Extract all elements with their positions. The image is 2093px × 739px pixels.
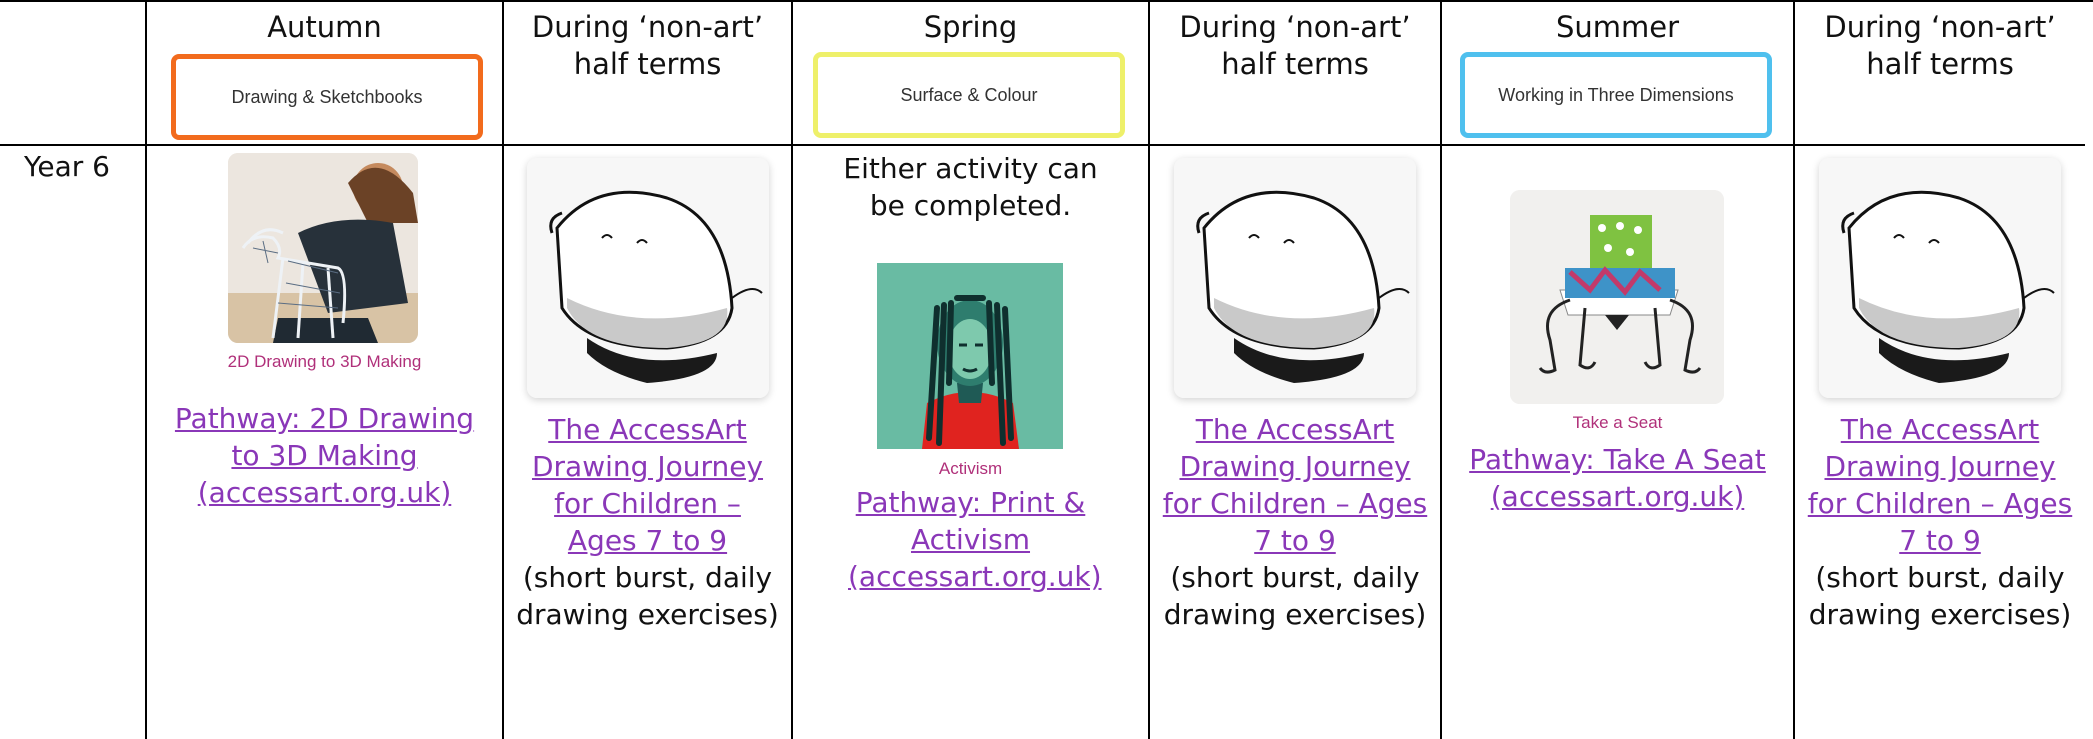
cell-non-art-2: The AccessArt Drawing Journey for Childr… — [1150, 146, 1440, 739]
column-title: During ‘non-art’ half terms — [1824, 10, 2056, 81]
row-label-cell: Year 6 — [0, 146, 145, 206]
activity-note: (short burst, daily drawing exercises) — [516, 561, 779, 631]
cell-spring: Either activity can be completed. Activi… — [793, 146, 1148, 739]
activism-portrait-print-icon — [877, 263, 1063, 449]
theme-badge: Surface & Colour — [813, 52, 1125, 138]
activity-intro: Either activity can be completed. — [843, 152, 1098, 222]
pathway-link[interactable]: Pathway: 2D Drawing to 3D Making (access… — [169, 400, 480, 511]
header-spring: Spring Surface & Colour — [793, 0, 1148, 144]
activity-note: (short burst, daily drawing exercises) — [1163, 561, 1427, 631]
drawing-journey-link[interactable]: The AccessArt Drawing Journey for Childr… — [1162, 411, 1428, 559]
header-non-art-2: During ‘non-art’ half terms — [1150, 0, 1440, 144]
drawing-journey-link[interactable]: The AccessArt Drawing Journey for Childr… — [1807, 411, 2073, 559]
activity-caption: Activism — [938, 459, 1003, 478]
column-title: Summer — [1555, 10, 1680, 44]
theme-badge: Working in Three Dimensions — [1460, 52, 1772, 138]
ink-drawing-blob-icon — [1819, 158, 2061, 398]
cell-non-art-3: The AccessArt Drawing Journey for Childr… — [1795, 146, 2085, 739]
header-autumn: Autumn Drawing & Sketchbooks — [147, 0, 502, 144]
header-non-art-3: During ‘non-art’ half terms — [1795, 0, 2085, 144]
column-title: During ‘non-art’ half terms — [531, 10, 764, 81]
girl-with-wire-dog-sculpture-icon — [228, 153, 418, 343]
activity-caption: Take a Seat — [1572, 413, 1663, 432]
cell-autumn: 2D Drawing to 3D Making Pathway: 2D Draw… — [147, 146, 502, 739]
pathway-link[interactable]: Pathway: Print & Activism (accessart.org… — [848, 484, 1102, 595]
column-title: Autumn — [267, 10, 382, 44]
column-title: Spring — [923, 10, 1018, 44]
column-title: During ‘non-art’ half terms — [1179, 10, 1411, 81]
cell-summer: Take a Seat Pathway: Take A Seat (access… — [1442, 146, 1793, 739]
miniature-chair-sculpture-icon — [1510, 190, 1724, 404]
theme-badge: Drawing & Sketchbooks — [171, 54, 483, 140]
drawing-journey-link[interactable]: The AccessArt Drawing Journey for Childr… — [516, 411, 779, 559]
pathway-link[interactable]: Pathway: Take A Seat (accessart.org.uk) — [1467, 441, 1768, 515]
header-summer: Summer Working in Three Dimensions — [1442, 0, 1793, 144]
row-label: Year 6 — [24, 150, 110, 183]
ink-drawing-blob-icon — [1174, 158, 1416, 398]
header-non-art-1: During ‘non-art’ half terms — [504, 0, 791, 144]
activity-caption: 2D Drawing to 3D Making — [227, 352, 422, 371]
cell-non-art-1: The AccessArt Drawing Journey for Childr… — [504, 146, 791, 739]
ink-drawing-blob-icon — [527, 158, 769, 398]
activity-note: (short burst, daily drawing exercises) — [1808, 561, 2072, 631]
